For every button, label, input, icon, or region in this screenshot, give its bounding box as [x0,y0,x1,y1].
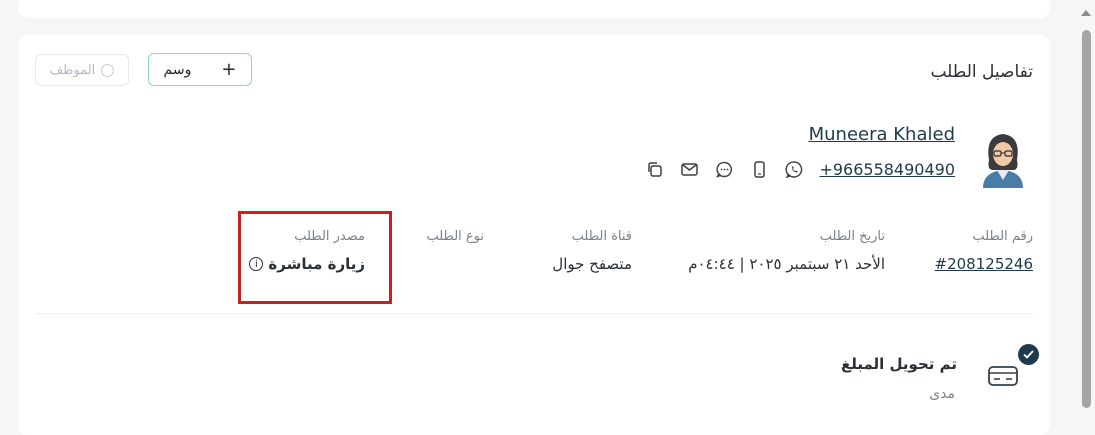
order-channel-value: متصفح جوال [552,255,632,273]
tag-button-label: وسم [163,61,192,78]
copy-icon[interactable] [645,160,664,179]
email-icon[interactable] [680,160,699,179]
chat-icon[interactable] [715,160,734,179]
customer-name-link[interactable]: Muneera Khaled [809,124,955,145]
order-channel-label: قناة الطلب [571,229,632,244]
customer-avatar [983,134,1023,188]
plus-icon: + [221,58,237,80]
order-date-value: الأحد ٢١ سبتمبر ٢٠٢٥ | ٠٤:٤٤م [688,255,885,273]
scrollbar-thumb[interactable] [1082,30,1091,408]
order-date-label: تاريخ الطلب [819,229,885,244]
contact-actions [645,160,804,179]
order-number-link[interactable]: #208125246 [935,255,1033,273]
payment-status: تم تحويل المبلغ [840,355,957,373]
order-type-label: نوع الطلب [426,229,484,244]
section-divider [35,313,1033,314]
mobile-phone-icon[interactable] [750,160,769,179]
highlight-box [238,211,392,304]
staff-selector[interactable]: الموظف [35,54,129,86]
add-tag-button[interactable]: وسم + [148,53,252,86]
whatsapp-icon[interactable] [785,160,804,179]
previous-card [18,0,1050,18]
order-number-label: رقم الطلب [972,229,1033,244]
loading-circle-icon [101,63,115,77]
payment-method: مدى [929,386,955,402]
page-title: تفاصيل الطلب [930,62,1033,82]
order-number-value: #208125246 [934,255,1033,273]
check-icon [1018,344,1039,365]
scroll-up-icon[interactable] [1081,10,1091,16]
staff-selector-label: الموظف [49,62,96,78]
order-details-card [18,35,1050,435]
card-payment-icon [988,366,1018,386]
customer-phone-link[interactable]: +966558490490 [819,160,955,179]
